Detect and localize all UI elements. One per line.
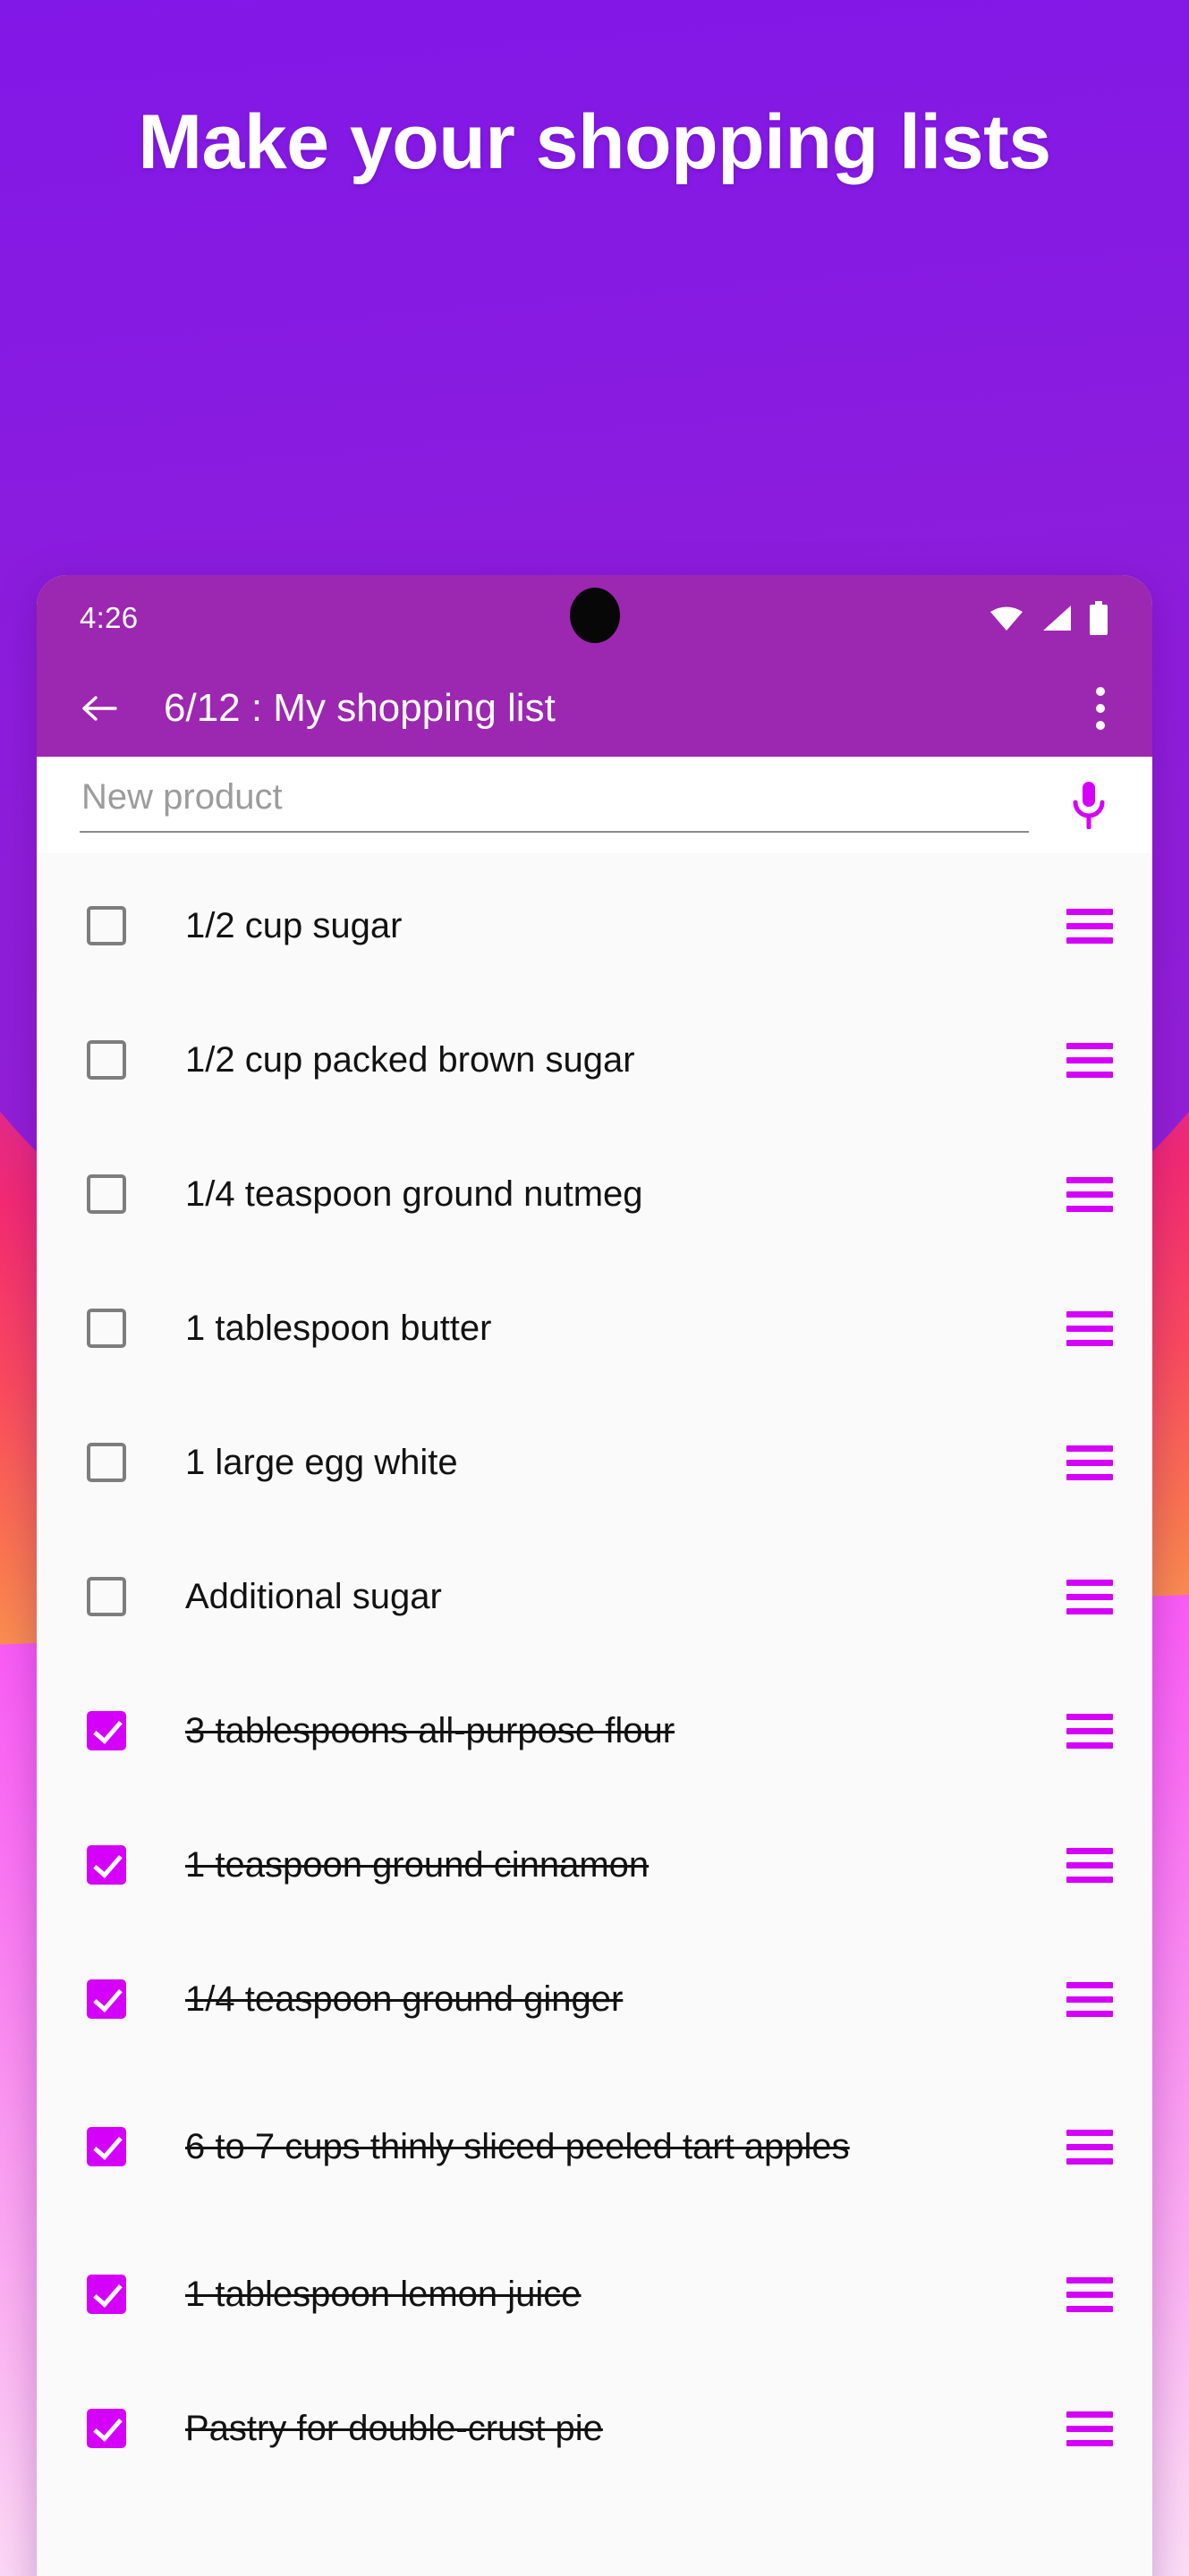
checkbox-checked[interactable]	[87, 1711, 126, 1750]
drag-handle-icon[interactable]	[1066, 1973, 1113, 2026]
list-item[interactable]: 1 large egg white	[37, 1395, 1152, 1530]
drag-handle-icon[interactable]	[1066, 1302, 1113, 1355]
list-item-label: Additional sugar	[185, 1576, 442, 1616]
drag-handle-icon[interactable]	[1066, 2121, 1113, 2174]
checkbox-unchecked[interactable]	[87, 1309, 126, 1348]
list-item-label: 1/4 teaspoon ground ginger	[185, 1979, 624, 2019]
drag-handle-icon[interactable]	[1066, 1571, 1113, 1623]
checkbox-unchecked[interactable]	[87, 1577, 126, 1616]
status-bar-icons	[989, 600, 1109, 635]
list-item-label: 1/2 cup sugar	[185, 905, 403, 945]
list-item-label: 1 large egg white	[185, 1442, 458, 1482]
list-item-label: 1 tablespoon butter	[185, 1308, 492, 1348]
list-item-label: 3 tablespoons all-purpose flour	[185, 1710, 675, 1750]
wifi-icon	[989, 605, 1023, 631]
drag-handle-icon[interactable]	[1066, 1168, 1113, 1221]
list-item[interactable]: 1/4 teaspoon ground ginger	[37, 1932, 1152, 2066]
checkbox-checked[interactable]	[87, 2275, 126, 2314]
microphone-icon[interactable]	[1061, 774, 1117, 836]
status-bar-clock: 4:26	[80, 600, 139, 634]
drag-handle-icon[interactable]	[1066, 1436, 1113, 1489]
new-product-input[interactable]	[80, 777, 1029, 833]
list-item[interactable]: 1/2 cup packed brown sugar	[37, 993, 1152, 1127]
list-item[interactable]: 6 to 7 cups thinly sliced peeled tart ap…	[37, 2066, 1152, 2227]
list-item[interactable]: 1/4 teaspoon ground nutmeg	[37, 1127, 1152, 1261]
status-bar: 4:26	[37, 575, 1152, 660]
drag-handle-icon[interactable]	[1066, 1705, 1113, 1758]
list-item[interactable]: 1 tablespoon lemon juice	[37, 2227, 1152, 2361]
list-item-label: 6 to 7 cups thinly sliced peeled tart ap…	[185, 2126, 850, 2166]
list-item[interactable]: 1/2 cup sugar	[37, 859, 1152, 993]
list-item[interactable]: Pastry for double-crust pie	[37, 2361, 1152, 2496]
drag-handle-icon[interactable]	[1066, 900, 1113, 953]
list-item[interactable]: 1 teaspoon ground cinnamon	[37, 1798, 1152, 1932]
back-arrow-icon[interactable]	[80, 689, 119, 728]
drag-handle-icon[interactable]	[1066, 2402, 1113, 2455]
list-item-label: 1/4 teaspoon ground nutmeg	[185, 1174, 643, 1214]
checkbox-checked[interactable]	[87, 2127, 126, 2166]
front-camera-dot	[569, 587, 620, 643]
list-item-label: 1/2 cup packed brown sugar	[185, 1039, 635, 1080]
battery-icon	[1088, 600, 1109, 635]
shopping-list: 1/2 cup sugar 1/2 cup packed brown sugar 1…	[37, 853, 1152, 2496]
overflow-menu-icon[interactable]	[1088, 680, 1113, 737]
list-item[interactable]: Additional sugar	[37, 1530, 1152, 1664]
list-item-label: Pastry for double-crust pie	[185, 2408, 603, 2448]
checkbox-unchecked[interactable]	[87, 1443, 126, 1482]
checkbox-unchecked[interactable]	[87, 1174, 126, 1214]
list-item[interactable]: 1 tablespoon butter	[37, 1261, 1152, 1395]
new-product-bar	[37, 757, 1152, 853]
checkbox-unchecked[interactable]	[87, 1040, 126, 1080]
drag-handle-icon[interactable]	[1066, 1839, 1113, 1892]
checkbox-unchecked[interactable]	[87, 906, 126, 945]
cellular-signal-icon	[1040, 605, 1072, 631]
promo-screenshot: Make your shopping lists 4:26 6/12: My …	[0, 0, 1189, 2576]
list-item-label: 1 tablespoon lemon juice	[185, 2274, 582, 2314]
checkbox-checked[interactable]	[87, 1979, 126, 2019]
app-bar: 6/12 : My shopping list	[37, 660, 1152, 757]
phone-mockup: 4:26 6/12: My shopping list New product…	[37, 575, 1152, 2576]
checkbox-checked[interactable]	[87, 2409, 126, 2448]
app-bar-title: 6/12 : My shopping list	[164, 686, 556, 730]
list-item-label: 1 teaspoon ground cinnamon	[185, 1844, 650, 1885]
drag-handle-icon[interactable]	[1066, 1034, 1113, 1087]
checkbox-checked[interactable]	[87, 1845, 126, 1885]
promo-headline: Make your shopping lists	[138, 99, 1051, 185]
drag-handle-icon[interactable]	[1066, 2268, 1113, 2321]
list-item[interactable]: 3 tablespoons all-purpose flour	[37, 1664, 1152, 1798]
